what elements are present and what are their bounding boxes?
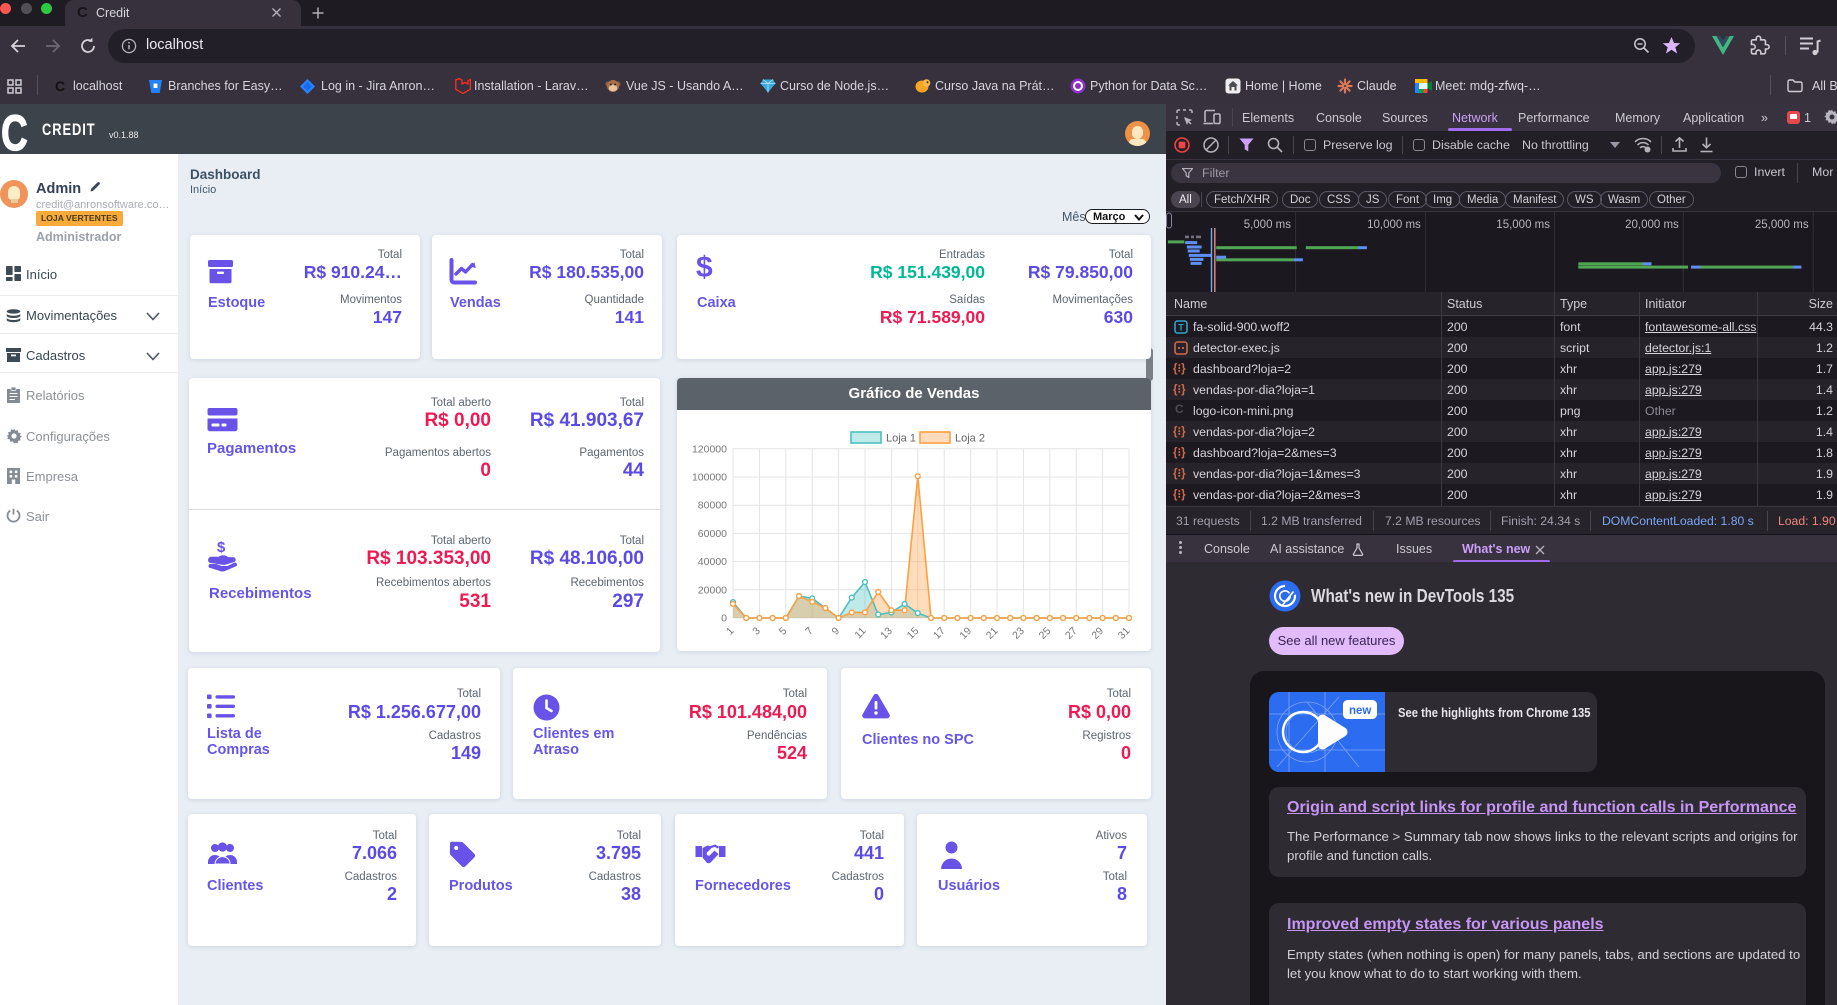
- svg-text:40000: 40000: [698, 556, 727, 568]
- svg-text:10,000 ms: 10,000 ms: [1367, 219, 1421, 231]
- svg-text:21: 21: [984, 625, 1001, 642]
- svg-text:Loja 1: Loja 1: [886, 433, 916, 445]
- svg-text:19: 19: [957, 625, 974, 642]
- svg-text:20,000 ms: 20,000 ms: [1625, 219, 1679, 231]
- svg-text:23: 23: [1010, 625, 1027, 642]
- svg-text:3: 3: [750, 625, 763, 638]
- svg-text:15: 15: [905, 625, 922, 642]
- svg-text:25,000 ms: 25,000 ms: [1755, 219, 1809, 231]
- svg-text:5: 5: [777, 625, 790, 638]
- svg-text:Loja 2: Loja 2: [955, 433, 985, 445]
- svg-text:T: T: [1178, 322, 1184, 332]
- svg-text:1: 1: [724, 625, 737, 638]
- svg-text:60000: 60000: [698, 528, 727, 540]
- svg-text:new: new: [1349, 705, 1371, 717]
- svg-text:80000: 80000: [698, 500, 727, 512]
- svg-text:7: 7: [803, 625, 816, 638]
- svg-text:25: 25: [1037, 625, 1054, 642]
- svg-text:100000: 100000: [692, 472, 727, 484]
- svg-text:0: 0: [721, 613, 727, 625]
- svg-text:13: 13: [878, 625, 895, 642]
- svg-text:$: $: [217, 539, 226, 556]
- svg-text:27: 27: [1063, 625, 1080, 642]
- svg-text:15,000 ms: 15,000 ms: [1496, 219, 1550, 231]
- svg-text:17: 17: [931, 625, 948, 642]
- svg-text:120000: 120000: [692, 443, 727, 455]
- svg-text:29: 29: [1089, 625, 1106, 642]
- svg-text:5,000 ms: 5,000 ms: [1244, 219, 1292, 231]
- svg-text:20000: 20000: [698, 584, 727, 596]
- svg-text:11: 11: [852, 625, 868, 641]
- svg-text:9: 9: [830, 625, 843, 638]
- svg-text:31: 31: [1116, 625, 1133, 642]
